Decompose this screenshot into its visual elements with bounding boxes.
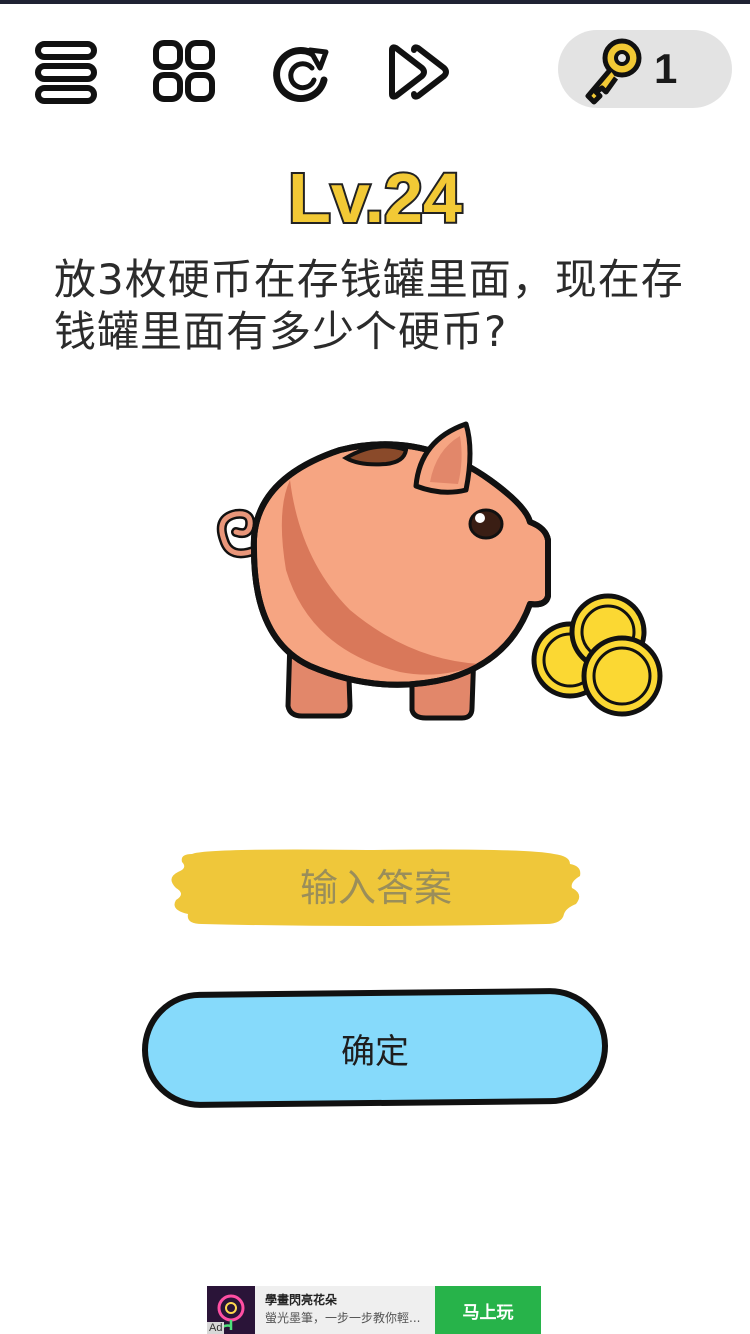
pig-body	[250, 441, 551, 688]
question-text: 放3枚硬币在存钱罐里面，现在存钱罐里面有多少个硬币?	[54, 255, 684, 356]
status-bar-edge	[0, 0, 750, 4]
confirm-button-label: 确定	[341, 1031, 409, 1072]
key-icon	[585, 38, 642, 105]
ad-thumbnail[interactable]: Ad	[207, 1286, 255, 1334]
pig-ear	[413, 421, 473, 495]
skip-icon	[389, 44, 449, 100]
ad-description: 螢光墨筆，一步一步教你輕...	[265, 1311, 421, 1325]
coins-stack	[531, 593, 663, 717]
restart-button[interactable]	[266, 36, 338, 108]
ad-play-button[interactable]: 马上玩	[435, 1286, 541, 1334]
ad-banner[interactable]: Ad 學畫閃亮花朵 螢光墨筆，一步一步教你輕... 马上玩	[207, 1286, 541, 1334]
menu-icon	[35, 41, 97, 104]
level-badge: Lv.24	[286, 157, 464, 239]
levels-grid-icon	[153, 40, 215, 102]
levels-button[interactable]	[148, 36, 220, 108]
piggy-bank-scene	[216, 421, 663, 721]
answer-field[interactable]	[166, 848, 584, 928]
coin-front	[581, 635, 663, 717]
pig-eye	[468, 508, 504, 540]
ad-title: 學畫閃亮花朵	[265, 1293, 338, 1307]
ad-badge: Ad	[207, 1322, 225, 1334]
hint-key-counter[interactable]: 1	[558, 30, 732, 108]
menu-button[interactable]	[30, 36, 102, 108]
confirm-button[interactable]: 确定	[141, 987, 609, 1109]
level-title: Lv.24	[0, 150, 750, 250]
pig-tail	[216, 508, 261, 559]
answer-input[interactable]	[206, 856, 546, 920]
skip-button[interactable]	[384, 36, 456, 108]
ad-text[interactable]: 學畫閃亮花朵 螢光墨筆，一步一步教你輕...	[255, 1286, 435, 1334]
restart-icon	[273, 47, 329, 103]
key-count: 1	[654, 45, 678, 92]
level-label: Lv.24	[288, 159, 462, 237]
